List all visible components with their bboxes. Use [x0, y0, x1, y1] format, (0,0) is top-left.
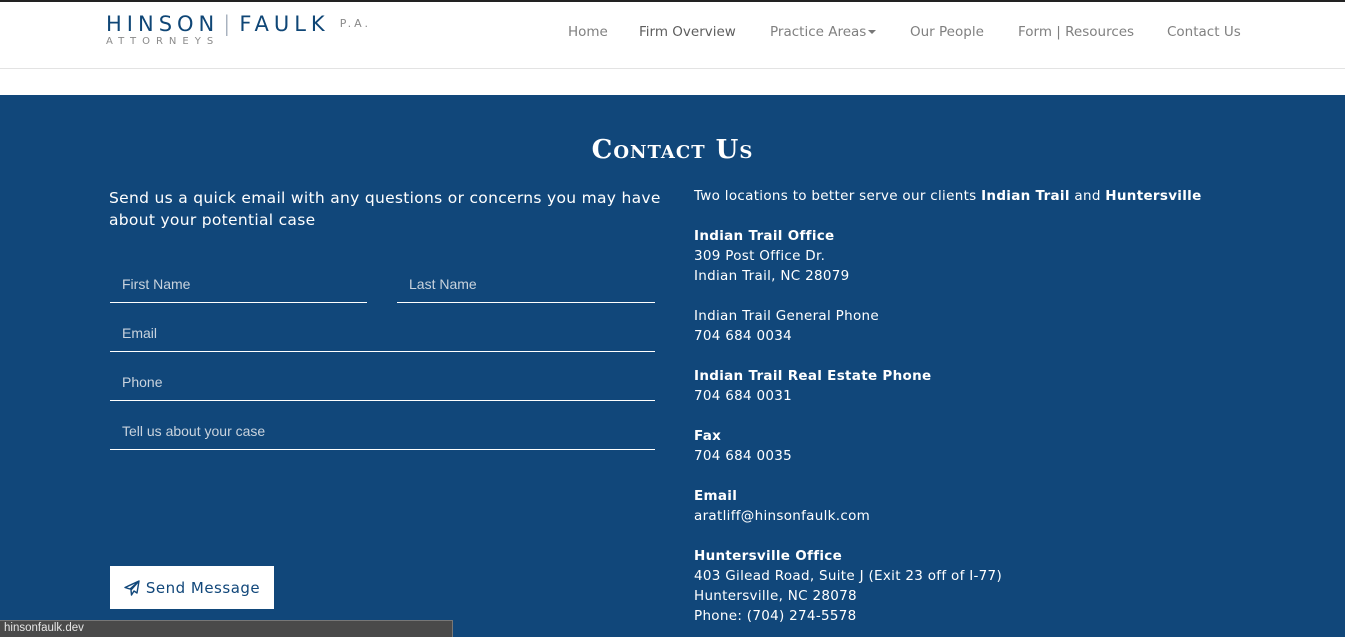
general-phone-block: Indian Trail General Phone 704 684 0034: [694, 306, 1254, 346]
email-input[interactable]: [110, 315, 655, 351]
locations-prefix: Two locations to better serve our client…: [694, 188, 982, 204]
email-block: Email aratliff@hinsonfaulk.com: [694, 486, 1254, 526]
office-info: Two locations to better serve our client…: [694, 186, 1254, 637]
nav-firm-overview[interactable]: Firm Overview: [639, 24, 736, 40]
main-nav: Home Firm Overview Practice Areas Our Pe…: [0, 24, 1345, 44]
browser-status-bar: hinsonfaulk.dev: [0, 620, 453, 637]
last-name-input[interactable]: [397, 266, 655, 302]
nav-practice-areas[interactable]: Practice Areas: [770, 24, 877, 40]
email-field-wrap: [110, 315, 655, 352]
first-name-input[interactable]: [110, 266, 367, 302]
nav-practice-areas-label: Practice Areas: [770, 24, 867, 40]
header-spacer: [0, 69, 1345, 95]
site-header: HINSON | FAULK P.A. ATTORNEYS Home Firm Ove…: [0, 2, 1345, 69]
huntersville-phone[interactable]: Phone: (704) 274-5578: [694, 606, 1254, 626]
paper-plane-icon: [124, 579, 140, 596]
huntersville-office: Huntersville Office 403 Gilead Road, Sui…: [694, 546, 1254, 626]
status-url: hinsonfaulk.dev: [4, 622, 84, 634]
real-estate-phone-number[interactable]: 704 684 0031: [694, 386, 1254, 406]
nav-forms-resources[interactable]: Form | Resources: [1018, 24, 1134, 40]
last-name-field-wrap: [397, 266, 655, 303]
real-estate-phone-label: Indian Trail Real Estate Phone: [694, 368, 932, 384]
send-message-button[interactable]: Send Message: [110, 566, 274, 609]
huntersville-address-1: 403 Gilead Road, Suite J (Exit 23 off of…: [694, 568, 1003, 584]
contact-section: Contact Us Send us a quick email with an…: [0, 95, 1345, 637]
general-phone-label: Indian Trail General Phone: [694, 308, 879, 324]
real-estate-phone-block: Indian Trail Real Estate Phone 704 684 0…: [694, 366, 1254, 406]
contact-intro: Send us a quick email with any questions…: [109, 189, 661, 229]
fax-label: Fax: [694, 428, 722, 444]
indian-trail-address-2: Indian Trail, NC 28079: [694, 268, 850, 284]
fax-block: Fax 704 684 0035: [694, 426, 1254, 466]
huntersville-address-2: Huntersville, NC 28078: [694, 588, 857, 604]
nav-contact-us[interactable]: Contact Us: [1167, 24, 1241, 40]
locations-and: and: [1069, 188, 1106, 204]
phone-field-wrap: [110, 364, 655, 401]
nav-home[interactable]: Home: [568, 24, 608, 40]
indian-trail-address-1: 309 Post Office Dr.: [694, 248, 826, 264]
indian-trail-heading: Indian Trail Office: [694, 228, 835, 244]
email-address-link[interactable]: aratliff@hinsonfaulk.com: [694, 506, 1254, 526]
location-indian-trail: Indian Trail: [981, 188, 1070, 204]
send-message-label: Send Message: [145, 578, 261, 597]
locations-line: Two locations to better serve our client…: [694, 186, 1254, 206]
case-field-wrap: [110, 413, 655, 450]
location-huntersville: Huntersville: [1105, 188, 1202, 204]
general-phone-number[interactable]: 704 684 0034: [694, 326, 1254, 346]
fax-number: 704 684 0035: [694, 448, 793, 464]
first-name-field-wrap: [110, 266, 367, 303]
caret-down-icon: [868, 30, 877, 34]
nav-our-people[interactable]: Our People: [910, 24, 984, 40]
indian-trail-office: Indian Trail Office 309 Post Office Dr. …: [694, 226, 1254, 286]
huntersville-heading: Huntersville Office: [694, 548, 843, 564]
email-label: Email: [694, 488, 738, 504]
phone-input[interactable]: [110, 364, 655, 400]
page-title: Contact Us: [591, 135, 754, 165]
case-description-input[interactable]: [110, 413, 655, 449]
